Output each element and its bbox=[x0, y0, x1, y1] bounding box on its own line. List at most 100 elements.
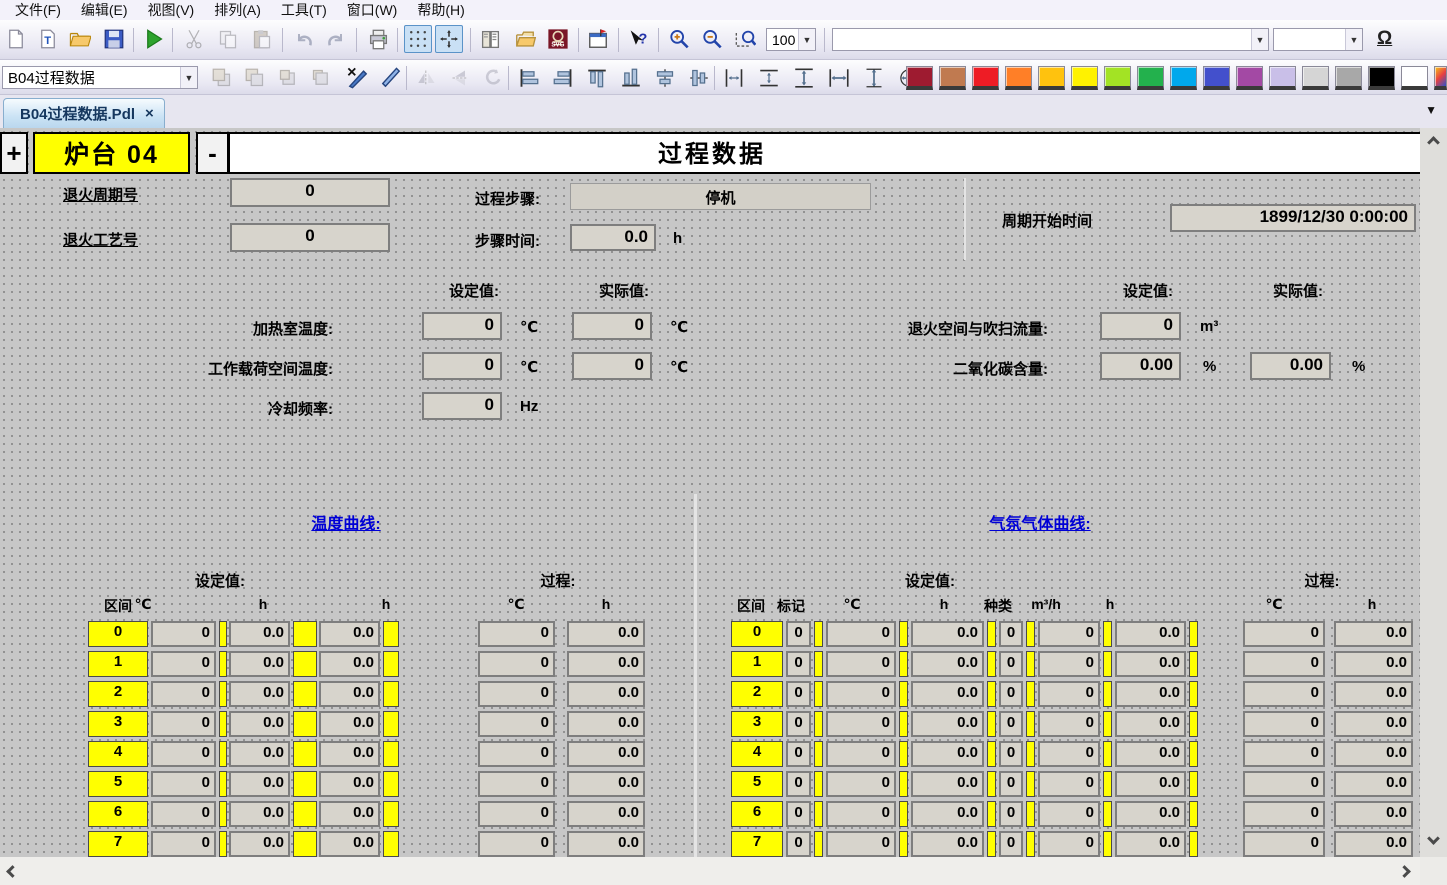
center-horizontal-icon[interactable] bbox=[684, 64, 714, 91]
font-size-combo[interactable]: ▼ bbox=[1273, 28, 1363, 51]
object-toolbar: B04过程数据 ▼ bbox=[0, 60, 1447, 95]
color-swatch-13[interactable] bbox=[1302, 66, 1329, 90]
same-height-icon[interactable] bbox=[789, 64, 819, 91]
color-swatch-15[interactable] bbox=[1368, 66, 1395, 90]
temp-row3-spacer bbox=[383, 711, 399, 737]
menu-item-7[interactable]: 帮助(H) bbox=[408, 0, 473, 21]
close-icon[interactable]: × bbox=[145, 105, 154, 122]
send-to-back-icon[interactable] bbox=[240, 64, 270, 91]
rotate-icon[interactable] bbox=[478, 64, 508, 91]
menu-item-6[interactable]: 窗口(W) bbox=[338, 0, 407, 21]
send-backward-icon[interactable] bbox=[306, 64, 336, 91]
temperature-curve-link[interactable]: 温度曲线: bbox=[311, 510, 380, 534]
save-icon[interactable] bbox=[100, 25, 128, 53]
scroll-down-icon[interactable] bbox=[1420, 826, 1447, 850]
special-characters-button[interactable]: Ω bbox=[1377, 28, 1392, 50]
print-icon[interactable] bbox=[364, 25, 392, 53]
screen-window-icon[interactable] bbox=[584, 25, 612, 53]
menu-item-2[interactable]: 编辑(E) bbox=[72, 0, 137, 21]
color-swatch-9[interactable] bbox=[1170, 66, 1197, 90]
gas-row3-spacer bbox=[1103, 711, 1112, 737]
chevron-down-icon[interactable]: ▼ bbox=[1251, 29, 1268, 50]
color-swatch-1[interactable] bbox=[906, 66, 933, 90]
space-evenly-horizontal-icon[interactable] bbox=[719, 64, 749, 91]
zoom-area-icon[interactable] bbox=[731, 25, 759, 53]
apply-format-icon[interactable] bbox=[376, 64, 406, 91]
scroll-right-icon[interactable] bbox=[1392, 857, 1416, 885]
scroll-up-icon[interactable] bbox=[1420, 130, 1447, 154]
bring-to-front-icon[interactable] bbox=[207, 64, 237, 91]
redo-icon[interactable] bbox=[322, 25, 350, 53]
space-evenly-vertical-icon[interactable] bbox=[754, 64, 784, 91]
font-name-combo[interactable]: ▼ bbox=[832, 28, 1269, 51]
chevron-down-icon[interactable]: ▼ bbox=[798, 29, 815, 50]
menu-item-4[interactable]: 排列(A) bbox=[205, 0, 270, 21]
align-right-icon[interactable] bbox=[548, 64, 578, 91]
annealing-process-label[interactable]: 退火工艺号 bbox=[63, 229, 138, 250]
align-bottom-icon[interactable] bbox=[616, 64, 646, 91]
flip-vertical-icon[interactable] bbox=[445, 64, 475, 91]
color-swatch-2[interactable] bbox=[939, 66, 966, 90]
new-file-icon[interactable] bbox=[2, 25, 30, 53]
menu-item-1[interactable]: 文件(F) bbox=[6, 0, 70, 21]
snap-to-grid-toggle-icon[interactable] bbox=[435, 25, 463, 53]
bring-forward-icon[interactable] bbox=[273, 64, 303, 91]
color-swatch-11[interactable] bbox=[1236, 66, 1263, 90]
same-height-2-icon[interactable] bbox=[859, 64, 889, 91]
library-icon[interactable] bbox=[476, 25, 504, 53]
furnace-minus-button[interactable]: - bbox=[196, 132, 229, 174]
screen-selector-combo[interactable]: B04过程数据 ▼ bbox=[2, 66, 198, 89]
same-width-icon[interactable] bbox=[824, 64, 854, 91]
zoom-level-combo[interactable]: 100 ▼ bbox=[766, 28, 816, 51]
copy-icon[interactable] bbox=[214, 25, 242, 53]
gas-row3-spacer bbox=[987, 711, 996, 737]
menu-item-3[interactable]: 视图(V) bbox=[139, 0, 204, 21]
color-swatch-6[interactable] bbox=[1071, 66, 1098, 90]
temp-row5-spacer bbox=[293, 771, 317, 797]
undo-icon[interactable] bbox=[290, 25, 318, 53]
tab-b04-process-data[interactable]: B04过程数据.Pdl × bbox=[3, 98, 165, 128]
paste-icon[interactable] bbox=[248, 25, 276, 53]
menu-item-5[interactable]: 工具(T) bbox=[272, 0, 336, 21]
color-swatch-12[interactable] bbox=[1269, 66, 1296, 90]
vertical-scrollbar[interactable] bbox=[1420, 128, 1447, 857]
align-left-icon[interactable] bbox=[514, 64, 544, 91]
gas-row5-kind: 0 bbox=[999, 771, 1023, 797]
furnace-plus-button[interactable]: + bbox=[0, 132, 28, 174]
copy-format-icon[interactable] bbox=[343, 64, 373, 91]
color-swatch-14[interactable] bbox=[1335, 66, 1362, 90]
gas-row0-spacer bbox=[1103, 621, 1112, 647]
color-swatch-8[interactable] bbox=[1137, 66, 1164, 90]
folder-icon[interactable] bbox=[511, 25, 539, 53]
color-swatch-16[interactable] bbox=[1401, 66, 1428, 90]
color-swatch-7[interactable] bbox=[1104, 66, 1131, 90]
flip-horizontal-icon[interactable] bbox=[412, 64, 442, 91]
gas-curve-link[interactable]: 气氛气体曲线: bbox=[989, 510, 1090, 534]
new-text-object-icon[interactable]: T bbox=[34, 25, 62, 53]
color-swatch-3[interactable] bbox=[972, 66, 999, 90]
temp-row6-pc: 0 bbox=[478, 801, 555, 827]
chevron-down-icon[interactable]: ▼ bbox=[1345, 29, 1362, 50]
svg-library-icon[interactable]: SVG bbox=[544, 25, 572, 53]
horizontal-scrollbar[interactable] bbox=[0, 857, 1420, 885]
color-swatch-10[interactable] bbox=[1203, 66, 1230, 90]
center-vertical-icon[interactable] bbox=[650, 64, 680, 91]
align-top-icon[interactable] bbox=[582, 64, 612, 91]
chevron-down-icon[interactable]: ▼ bbox=[180, 67, 197, 88]
screen-selector-value: B04过程数据 bbox=[3, 67, 180, 88]
help-cursor-icon[interactable]: ? bbox=[624, 25, 652, 53]
grid-toggle-icon[interactable] bbox=[404, 25, 432, 53]
open-icon[interactable] bbox=[66, 25, 94, 53]
color-swatch-5[interactable] bbox=[1038, 66, 1065, 90]
annealing-cycle-label[interactable]: 退火周期号 bbox=[63, 184, 138, 205]
scroll-left-icon[interactable] bbox=[0, 857, 24, 885]
color-swatch-4[interactable] bbox=[1005, 66, 1032, 90]
zoom-out-icon[interactable] bbox=[697, 25, 725, 53]
temp-table-col-3: h bbox=[259, 596, 268, 612]
cut-icon[interactable] bbox=[180, 25, 208, 53]
gas-row5-spacer bbox=[814, 771, 823, 797]
run-icon[interactable] bbox=[140, 25, 168, 53]
more-colors-swatch[interactable] bbox=[1434, 66, 1447, 90]
zoom-in-icon[interactable] bbox=[664, 25, 692, 53]
tab-list-dropdown-icon[interactable]: ▼ bbox=[1425, 103, 1437, 117]
